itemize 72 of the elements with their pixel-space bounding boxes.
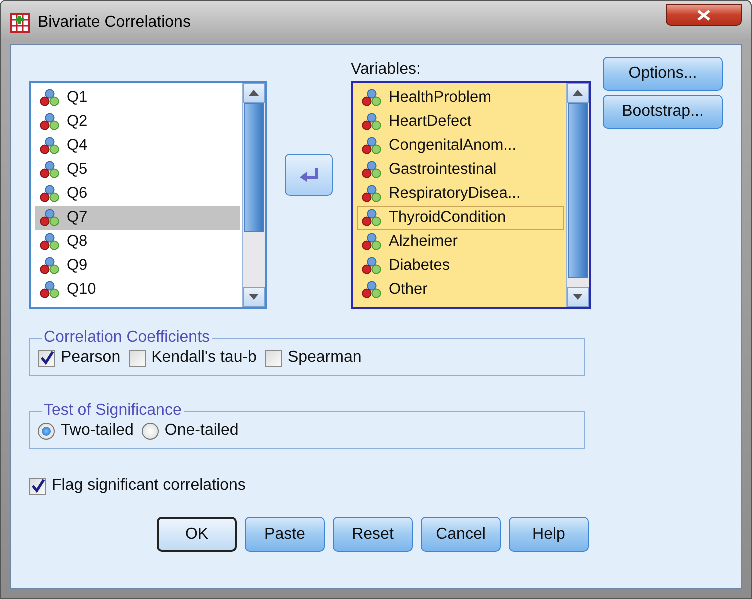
checkbox[interactable] [128, 350, 146, 366]
arrow-left-icon [299, 167, 319, 183]
close-icon [697, 10, 711, 20]
variable-icon [40, 257, 60, 275]
radio-button[interactable] [142, 422, 159, 440]
list-item[interactable]: HealthProblem [357, 86, 564, 110]
list-item[interactable]: Q1 [35, 86, 240, 110]
window-title: Bivariate Correlations [38, 14, 191, 32]
radio-label[interactable]: One-tailed [164, 422, 239, 440]
checkbox-label[interactable]: Spearman [288, 349, 362, 367]
variable-icon [362, 113, 382, 131]
variable-icon [362, 281, 382, 299]
checkbox-label[interactable]: Flag significant correlations [52, 477, 246, 495]
dialog-button[interactable]: Reset [333, 517, 413, 552]
move-button[interactable] [285, 154, 333, 196]
close-button[interactable] [666, 4, 742, 26]
list-item[interactable]: Q10 [35, 278, 240, 302]
scrollbar[interactable] [242, 83, 265, 307]
list-item[interactable]: Q9 [35, 254, 240, 278]
variable-icon [362, 89, 382, 107]
list-item[interactable]: Q2 [35, 110, 240, 134]
list-item[interactable]: Q5 [35, 158, 240, 182]
variable-icon [362, 137, 382, 155]
up-arrow-icon[interactable] [573, 90, 583, 96]
variable-icon [40, 89, 60, 107]
variable-icon [40, 281, 60, 299]
list-item[interactable]: ThyroidCondition [357, 206, 564, 230]
checkbox[interactable] [29, 478, 46, 494]
variable-icon [362, 209, 382, 227]
list-item[interactable]: RespiratoryDisea... [357, 182, 564, 206]
table-icon [10, 12, 30, 32]
list-item[interactable]: HeartDefect [357, 110, 564, 134]
checkbox-label[interactable]: Kendall's tau-b [152, 349, 257, 367]
variable-icon [40, 137, 60, 155]
up-arrow-icon[interactable] [249, 90, 259, 96]
list-item[interactable]: CongenitalAnom... [357, 134, 564, 158]
variables-label: Variables: [351, 60, 422, 80]
list-item[interactable]: Q4 [35, 134, 240, 158]
list-item[interactable]: Other [357, 278, 564, 302]
list-item[interactable]: Gastrointestinal [357, 158, 564, 182]
list-item[interactable]: Q8 [35, 230, 240, 254]
list-item[interactable]: Diabetes [357, 254, 564, 278]
down-arrow-icon[interactable] [249, 294, 259, 300]
radio-button[interactable] [38, 422, 55, 440]
variable-icon [40, 233, 60, 251]
variable-icon [40, 185, 60, 203]
checkbox-label[interactable]: Pearson [61, 349, 121, 367]
dialog-button[interactable]: Paste [245, 517, 325, 552]
variable-icon [40, 161, 60, 179]
list-item[interactable]: Alzheimer [357, 230, 564, 254]
variables-list[interactable]: HealthProblem HeartDefect CongenitalAnom... Gastrointestinal RespiratoryDisea... ThyroidCondition Alzheimer Diabetes Other [351, 81, 591, 309]
group-title: Correlation Coefficients [43, 329, 212, 347]
checkbox[interactable] [38, 350, 55, 366]
variable-icon [362, 233, 382, 251]
group-title: Test of Significance [43, 402, 183, 420]
dialog-button[interactable]: Cancel [421, 517, 501, 552]
list-item[interactable]: Q6 [35, 182, 240, 206]
dialog-button[interactable]: Help [509, 517, 589, 552]
variable-icon [40, 113, 60, 131]
variable-icon [362, 161, 382, 179]
checkbox[interactable] [264, 350, 282, 366]
variable-icon [362, 257, 382, 275]
down-arrow-icon[interactable] [573, 294, 583, 300]
dialog-button[interactable]: Options... [603, 57, 723, 91]
source-variable-list[interactable]: Q1 Q2 Q4 Q5 Q6 Q7 Q8 Q9 Q10 [29, 81, 267, 309]
list-item[interactable]: Q7 [35, 206, 240, 230]
scrollbar[interactable] [566, 83, 589, 307]
variable-icon [40, 209, 60, 227]
variable-icon [362, 185, 382, 203]
dialog-button[interactable]: OK [157, 517, 237, 552]
radio-label[interactable]: Two-tailed [61, 422, 134, 440]
dialog-button[interactable]: Bootstrap... [603, 95, 723, 129]
